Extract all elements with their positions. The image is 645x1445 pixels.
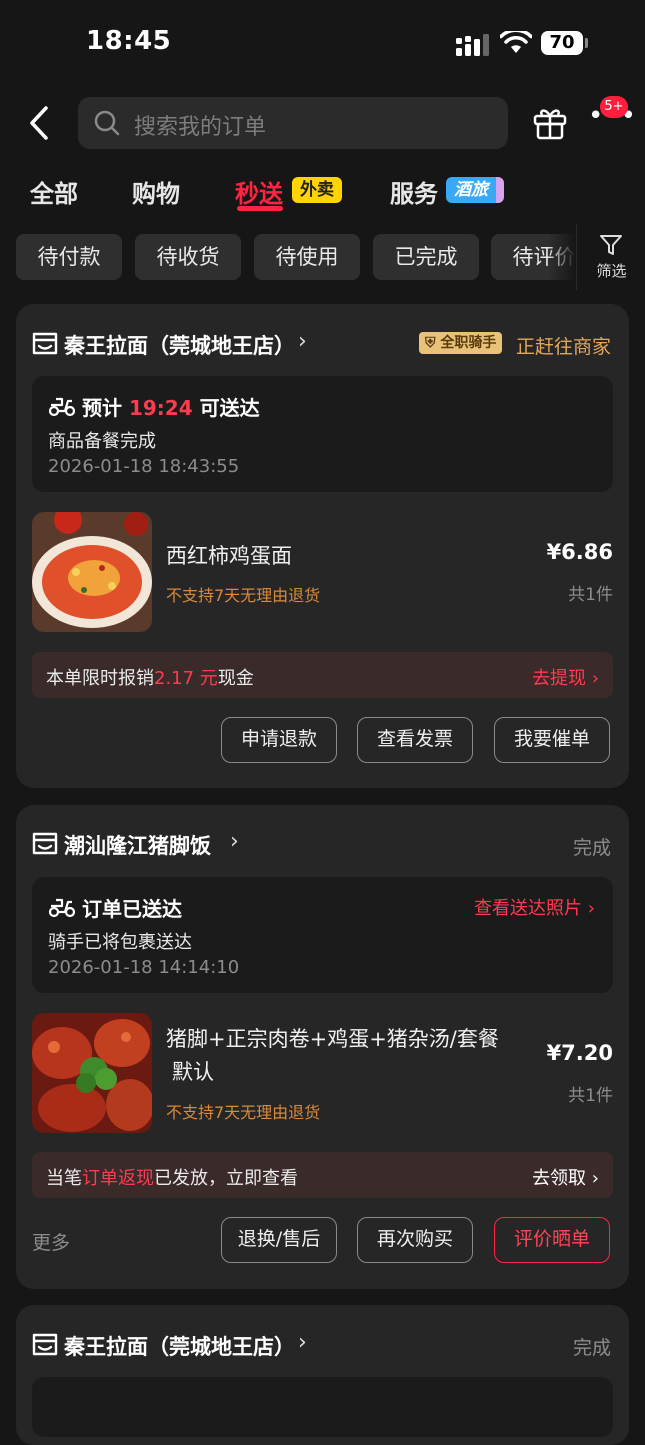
chevron-right-icon: › — [591, 668, 599, 689]
return-policy-note: 不支持7天无理由退货 — [166, 1103, 321, 1122]
claim-link-label: 去领取 — [532, 1168, 587, 1189]
filter-icon — [600, 235, 622, 255]
order-card: 潮汕隆江猪脚饭 › 完成 订单已送达 查看送达照片 › 骑手已将包裹送达 202… — [16, 805, 629, 1289]
delivery-eta: 预计 19:24 可送达 — [82, 392, 260, 421]
product-price: ¥7.20 — [546, 1041, 613, 1065]
refund-button[interactable]: 申请退款 — [221, 717, 337, 763]
chip-fade — [548, 224, 576, 290]
scooter-icon — [48, 898, 76, 918]
store-name[interactable]: 秦王拉面（莞城地王店） — [64, 1331, 295, 1361]
cashback-text: 当笔订单返现已发放，立即查看 — [46, 1164, 298, 1190]
order-card: 秦王拉面（莞城地王店） › 完成 — [16, 1305, 629, 1445]
store-icon — [32, 1333, 58, 1356]
battery-tip — [585, 38, 588, 48]
store-icon — [32, 832, 58, 855]
product-name-line2: 默认 — [172, 1060, 214, 1084]
eta-prefix: 预计 — [82, 396, 122, 420]
order-status: 完成 — [572, 1337, 611, 1359]
notification-badge: 5+ — [600, 96, 628, 118]
tab-miaosong[interactable]: 秒送 — [235, 174, 283, 209]
order-card: 秦王拉面（莞城地王店） › ⛨ 全职骑手 正赶往商家 预计 19:24 可送达 … — [16, 304, 629, 788]
delivery-detail: 骑手已将包裹送达 — [48, 932, 192, 953]
status-time: 18:45 — [86, 26, 172, 56]
return-aftersale-button[interactable]: 退换/售后 — [221, 1217, 337, 1263]
search-input[interactable]: 搜索我的订单 — [78, 97, 508, 149]
product-image[interactable] — [32, 512, 152, 632]
waimai-tag: 外卖 — [292, 177, 342, 203]
cashback-prefix: 当笔 — [46, 1168, 82, 1189]
delivery-info-box[interactable] — [32, 1377, 613, 1437]
delivery-timestamp: 2026-01-18 18:43:55 — [48, 456, 240, 477]
cashback-banner[interactable]: 当笔订单返现已发放，立即查看 去领取 › — [32, 1152, 613, 1198]
view-delivery-photo-link[interactable]: 查看送达照片 › — [474, 894, 595, 920]
delivery-title: 订单已送达 — [82, 897, 182, 921]
back-icon[interactable] — [26, 104, 54, 142]
filter-button[interactable]: 筛选 — [576, 224, 645, 290]
more-link[interactable]: 更多 — [32, 1228, 70, 1255]
cashback-banner[interactable]: 本单限时报销2.17 元现金 去提现 › — [32, 652, 613, 698]
cashback-prefix: 本单限时报销 — [46, 668, 154, 689]
cellular-signal-icon — [456, 34, 489, 56]
delivery-detail: 商品备餐完成 — [48, 431, 156, 452]
delivery-info-box[interactable]: 订单已送达 查看送达照片 › 骑手已将包裹送达 2026-01-18 14:14… — [32, 877, 613, 993]
eta-time: 19:24 — [128, 396, 193, 420]
chevron-right-icon: › — [591, 1168, 599, 1189]
rider-tag-label: 全职骑手 — [440, 335, 497, 351]
search-placeholder: 搜索我的订单 — [134, 115, 267, 140]
search-icon — [94, 110, 120, 136]
scooter-icon — [48, 397, 76, 417]
order-status: 正赶往商家 — [516, 336, 612, 358]
product-price: ¥6.86 — [546, 540, 613, 564]
tab-shopping[interactable]: 购物 — [132, 174, 180, 209]
tomato-egg-noodle-image — [32, 512, 152, 632]
product-quantity: 共1件 — [568, 1086, 613, 1106]
jiulv-tag: 酒旅 — [446, 177, 504, 203]
filter-chip-pending-receipt[interactable]: 待收货 — [135, 234, 241, 280]
store-name[interactable]: 秦王拉面（莞城地王店） — [64, 330, 295, 360]
chevron-right-icon: › — [230, 829, 239, 854]
cashback-suffix: 现金 — [217, 668, 254, 689]
product-image[interactable] — [32, 1013, 152, 1133]
view-invoice-button[interactable]: 查看发票 — [357, 717, 473, 763]
product-name[interactable]: 猪脚+正宗肉卷+鸡蛋+猪杂汤/套餐 默认 — [166, 1023, 499, 1089]
battery-indicator: 70 — [541, 31, 583, 55]
delivery-info-box[interactable]: 预计 19:24 可送达 商品备餐完成 2026-01-18 18:43:55 — [32, 376, 613, 492]
rider-shield-icon: ⛨ — [425, 335, 436, 351]
chevron-right-icon: › — [298, 1330, 307, 1355]
withdraw-link[interactable]: 去提现 › — [532, 664, 599, 690]
product-name-line1: 猪脚+正宗肉卷+鸡蛋+猪杂汤/套餐 — [166, 1027, 499, 1051]
chevron-right-icon: › — [587, 898, 595, 919]
store-name[interactable]: 潮汕隆江猪脚饭 — [64, 830, 211, 860]
cashback-suffix: 已发放，立即查看 — [154, 1168, 298, 1189]
chevron-right-icon: › — [298, 329, 307, 354]
urge-order-button[interactable]: 我要催单 — [494, 717, 610, 763]
wifi-icon — [500, 31, 532, 53]
store-icon — [32, 332, 58, 355]
filter-label: 筛选 — [596, 262, 627, 280]
product-quantity: 共1件 — [568, 585, 613, 605]
delivery-timestamp: 2026-01-18 14:14:10 — [48, 957, 240, 978]
rider-tag: ⛨ 全职骑手 — [419, 332, 503, 354]
filter-chip-completed[interactable]: 已完成 — [373, 234, 479, 280]
return-policy-note: 不支持7天无理由退货 — [166, 586, 321, 605]
order-status: 完成 — [572, 837, 611, 859]
gift-icon[interactable] — [532, 104, 568, 140]
buy-again-button[interactable]: 再次购买 — [357, 1217, 473, 1263]
eta-suffix: 可送达 — [199, 396, 260, 420]
cashback-highlight: 订单返现 — [82, 1168, 154, 1189]
product-name[interactable]: 西红柿鸡蛋面 — [166, 540, 292, 573]
claim-link[interactable]: 去领取 › — [532, 1164, 599, 1190]
filter-chip-pending-payment[interactable]: 待付款 — [16, 234, 122, 280]
delivery-photo-label: 查看送达照片 — [474, 898, 583, 919]
tab-service[interactable]: 服务 — [390, 174, 438, 209]
withdraw-link-label: 去提现 — [532, 668, 587, 689]
pork-trotter-rice-image — [32, 1013, 152, 1133]
cashback-text: 本单限时报销2.17 元现金 — [46, 664, 254, 690]
active-tab-indicator — [237, 206, 283, 211]
tab-all[interactable]: 全部 — [30, 174, 78, 209]
review-button[interactable]: 评价晒单 — [494, 1217, 610, 1263]
filter-chip-pending-use[interactable]: 待使用 — [254, 234, 360, 280]
cashback-amount: 2.17 元 — [154, 668, 218, 689]
